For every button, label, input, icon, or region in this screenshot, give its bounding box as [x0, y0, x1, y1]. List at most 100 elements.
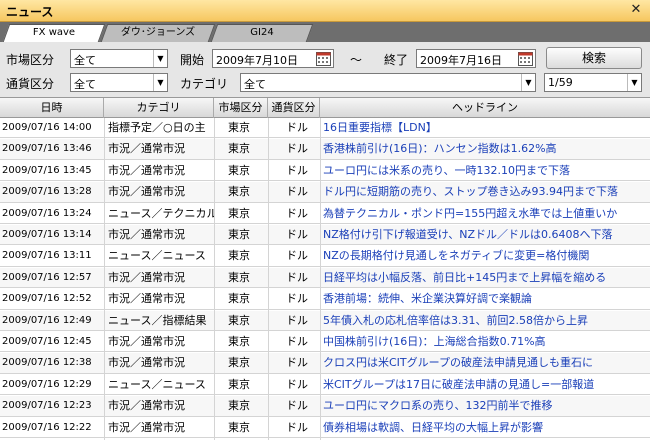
category-select[interactable]: 全て ▼: [240, 73, 536, 92]
column-header-category[interactable]: カテゴリ: [104, 98, 214, 118]
row-headline[interactable]: クロス円は米CITグループの破産法申請見通しも重石に: [323, 353, 641, 373]
row-date: 2009/07/16 12:38: [2, 357, 92, 369]
chevron-down-icon: ▼: [153, 50, 167, 67]
row-headline[interactable]: ドル円に短期筋の売り、ストップ巻き込み93.94円まで下落: [323, 182, 641, 202]
row-market: 東京: [228, 420, 250, 434]
table-row[interactable]: 2009/07/16 13:11 ニュース／ニュース 東京 ドル NZの長期格付け見通し…: [0, 246, 650, 267]
row-date: 2009/07/16 12:45: [2, 336, 92, 347]
table-row[interactable]: 2009/07/16 12:57 市況／通常市況 東京 ドル 日経平均は小幅反落、前日比…: [0, 267, 650, 289]
table-row[interactable]: 2009/07/16 14:00 指標予定／○日の主 東京 ドル 16日重要指標【LDN…: [0, 118, 650, 139]
page-select[interactable]: 1/59 ▼: [544, 73, 642, 92]
table-row[interactable]: 2009/07/16 13:14 市況／通常市況 東京 ドル NZ格付け引下げ報道受け、…: [0, 225, 650, 246]
search-button[interactable]: 検索: [546, 47, 642, 69]
row-date: 2009/07/16 12:52: [2, 293, 92, 305]
table-row[interactable]: 2009/07/16 12:29 ニュース／ニュース 東京 ドル 米CITグループは17…: [0, 375, 650, 396]
row-date: 2009/07/16 13:11: [2, 250, 92, 262]
row-currency: ドル: [286, 399, 308, 413]
range-separator: ～: [350, 53, 363, 67]
table-header: 日時 カテゴリ 市場区分 通貨区分 ヘッドライン: [0, 98, 650, 118]
row-headline[interactable]: 為替テクニカル・ポンド円=155円超え水準では上値重いか: [323, 204, 641, 224]
chevron-down-icon: ▼: [521, 74, 535, 91]
table-row[interactable]: 2009/07/16 13:24 ニュース／テクニカル 東京 ドル 為替テクニカル・ポン…: [0, 204, 650, 224]
row-date: 2009/07/16 13:28: [2, 186, 92, 198]
row-date: 2009/07/16 13:24: [2, 207, 92, 219]
row-date: 2009/07/16 12:49: [2, 314, 92, 326]
table-row[interactable]: 2009/07/16 12:38 市況／通常市況 東京 ドル クロス円は米CITグループ…: [0, 353, 650, 374]
table-row[interactable]: 2009/07/16 13:46 市況／通常市況 東京 ドル 香港株前引け(16日)：ハ…: [0, 139, 650, 160]
row-headline[interactable]: ユーロ円には米系の売り、一時132.10円まで下落: [323, 161, 641, 181]
table-row[interactable]: 2009/07/16 13:45 市況／通常市況 東京 ドル ユーロ円には米系の売り、一…: [0, 161, 650, 182]
table-row[interactable]: 2009/07/16 12:49 ニュース／指標結果 東京 ドル 5年債入札の応札倍率倍…: [0, 310, 650, 331]
calendar-icon[interactable]: [518, 51, 533, 66]
row-headline[interactable]: 債券相場は軟調、日経平均の大幅上昇が影響: [323, 418, 641, 438]
market-label: 市場区分: [6, 53, 55, 67]
row-category: 市況／通常市況: [108, 270, 185, 284]
table-row[interactable]: 2009/07/16 12:45 市況／通常市況 東京 ドル 中国株前引け(16日)：上…: [0, 332, 650, 353]
currency-label: 通貨区分: [6, 77, 55, 91]
start-date-field[interactable]: 2009年7月10日: [212, 49, 334, 68]
row-currency: ドル: [286, 206, 308, 220]
row-market: 東京: [228, 228, 250, 241]
row-date: 2009/07/16 13:14: [2, 229, 92, 240]
category-label: カテゴリ: [180, 77, 229, 91]
table-row[interactable]: 2009/07/16 12:52 市況／通常市況 東京 ドル 香港前場：続伸、米企業決算…: [0, 289, 650, 310]
column-header-market[interactable]: 市場区分: [214, 98, 268, 118]
row-currency: ドル: [286, 249, 308, 263]
row-date: 2009/07/16 12:23: [2, 400, 92, 412]
row-date: 2009/07/16 12:57: [2, 271, 92, 283]
row-headline[interactable]: 香港前場：続伸、米企業決算好調で楽観論: [323, 289, 641, 309]
chevron-down-icon: ▼: [627, 74, 641, 91]
tab-gi24[interactable]: GI24: [210, 24, 314, 42]
row-category: 市況／通常市況: [108, 356, 185, 370]
row-currency: ドル: [286, 377, 308, 391]
row-headline[interactable]: 16日重要指標【LDN】: [323, 118, 641, 138]
end-date-field[interactable]: 2009年7月16日: [416, 49, 536, 68]
row-headline[interactable]: 5年債入札の応札倍率倍は3.31、前回2.58倍から上昇: [323, 311, 641, 331]
tab-bar: FX wave ダウ･ジョーンズ GI24: [0, 22, 650, 42]
row-currency: ドル: [286, 142, 308, 156]
currency-select[interactable]: 全て ▼: [70, 73, 168, 92]
row-category: ニュース／指標結果: [108, 313, 207, 327]
table-row[interactable]: 2009/07/16 13:28 市況／通常市況 東京 ドル ドル円に短期筋の売り、スト…: [0, 182, 650, 203]
table-row[interactable]: 2009/07/16 12:23 市況／通常市況 東京 ドル ユーロ円にマクロ系の売り、…: [0, 396, 650, 417]
tab-dow-jones[interactable]: ダウ･ジョーンズ: [100, 24, 216, 42]
row-category: 指標予定／○日の主: [108, 121, 206, 134]
row-category: 市況／通常市況: [108, 228, 185, 241]
row-market: 東京: [228, 270, 250, 284]
row-market: 東京: [228, 292, 250, 306]
market-select[interactable]: 全て ▼: [70, 49, 168, 68]
title-bar: ニュース ✕: [0, 0, 650, 22]
column-header-currency[interactable]: 通貨区分: [268, 98, 320, 118]
start-label: 開始: [180, 53, 205, 67]
table-row[interactable]: 2009/07/16 12:22 市況／通常市況 東京 ドル 債券相場は軟調、日経平均の…: [0, 418, 650, 438]
close-icon[interactable]: ✕: [628, 2, 644, 18]
row-market: 東京: [228, 313, 250, 327]
row-currency: ドル: [286, 163, 308, 177]
row-headline[interactable]: ユーロ円にマクロ系の売り、132円前半で推移: [323, 396, 641, 416]
row-category: 市況／通常市況: [108, 142, 185, 156]
row-headline[interactable]: NZ格付け引下げ報道受け、NZドル／ドルは0.6408へ下落: [323, 225, 641, 245]
tab-fx-wave[interactable]: FX wave: [2, 24, 106, 42]
row-headline[interactable]: NZの長期格付け見通しをネガティブに変更=格付機関: [323, 246, 641, 266]
row-market: 東京: [228, 142, 250, 156]
row-currency: ドル: [286, 228, 308, 241]
row-market: 東京: [228, 356, 250, 370]
calendar-icon[interactable]: [316, 51, 331, 66]
row-date: 2009/07/16 13:46: [2, 143, 92, 155]
row-headline[interactable]: 日経平均は小幅反落、前日比+145円まで上昇幅を縮める: [323, 268, 641, 288]
row-category: 市況／通常市況: [108, 163, 185, 177]
row-category: 市況／通常市況: [108, 335, 185, 348]
column-header-date[interactable]: 日時: [0, 98, 104, 118]
row-currency: ドル: [286, 335, 308, 348]
news-table: 日時 カテゴリ 市場区分 通貨区分 ヘッドライン 2009/07/16 14:0…: [0, 98, 650, 440]
row-headline[interactable]: 香港株前引け(16日)：ハンセン指数は1.62%高: [323, 139, 641, 159]
row-headline[interactable]: 米CITグループは17日に破産法申請の見通し=一部報道: [323, 375, 641, 395]
row-market: 東京: [228, 399, 250, 413]
column-header-headline[interactable]: ヘッドライン: [320, 98, 650, 118]
row-market: 東京: [228, 335, 250, 348]
row-currency: ドル: [286, 121, 308, 134]
row-category: 市況／通常市況: [108, 399, 185, 413]
row-category: ニュース／ニュース: [108, 249, 206, 263]
row-headline[interactable]: 中国株前引け(16日)：上海総合指数0.71%高: [323, 332, 641, 352]
chevron-down-icon: ▼: [153, 74, 167, 91]
